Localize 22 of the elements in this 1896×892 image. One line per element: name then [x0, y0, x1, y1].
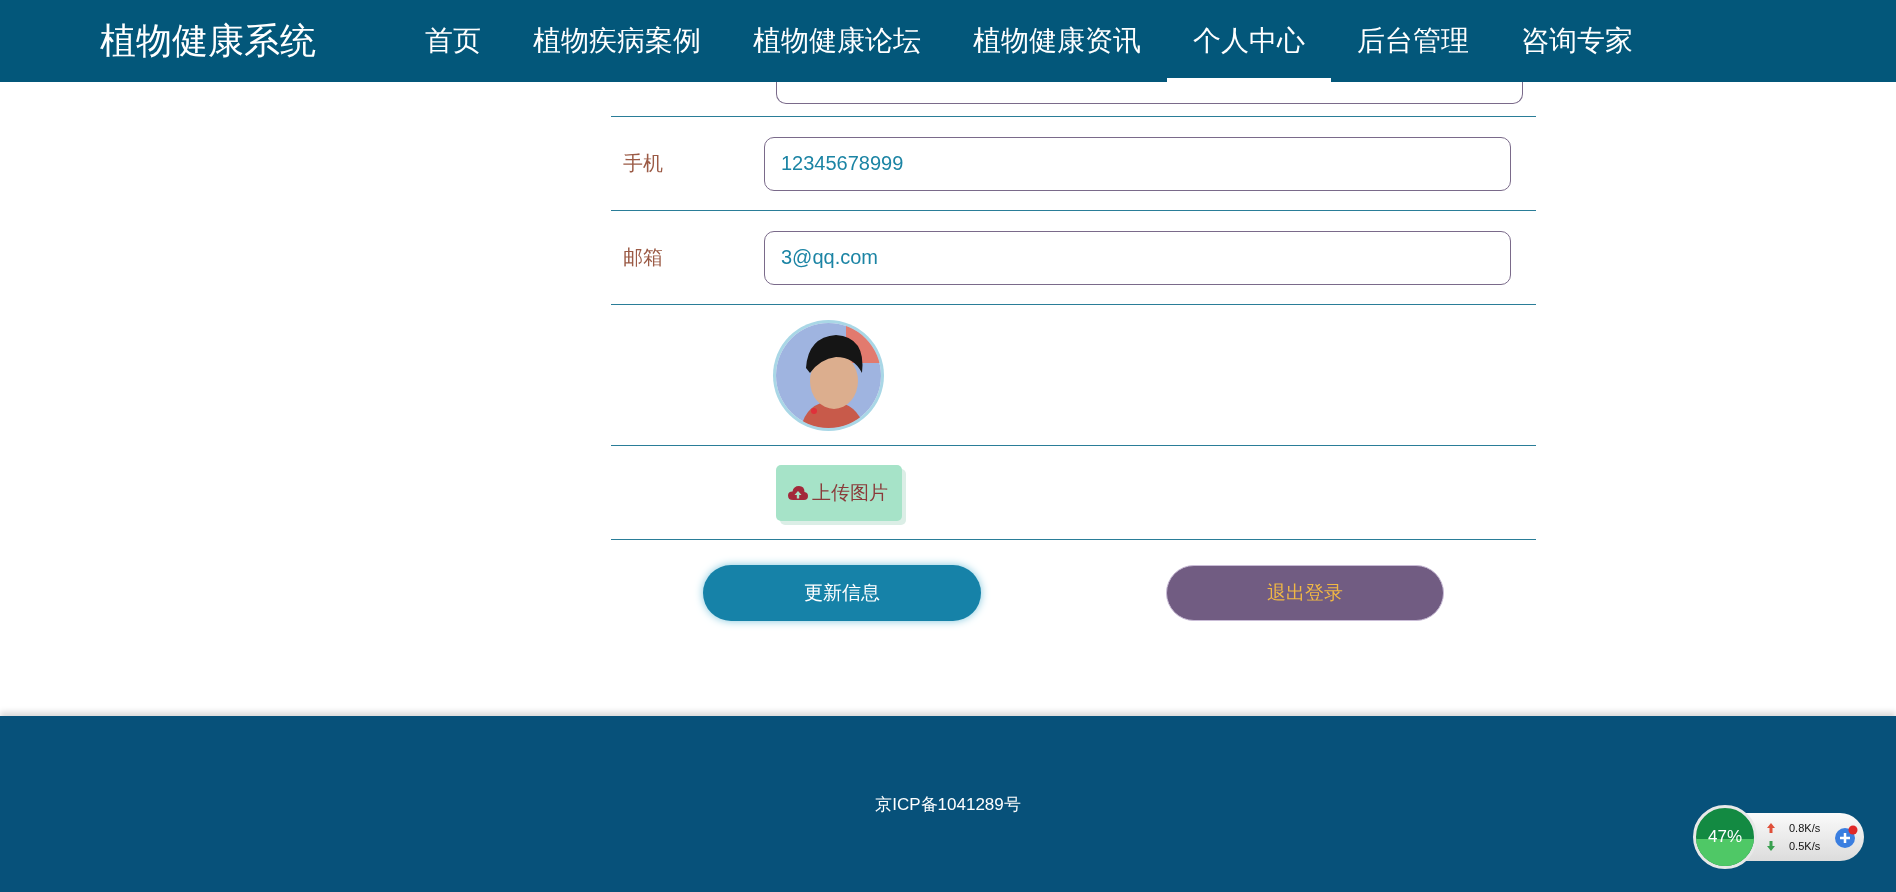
- input-field[interactable]: 12345678999: [764, 136, 1511, 191]
- input-field[interactable]: 3@qq.com: [764, 230, 1511, 285]
- input-field[interactable]: [776, 82, 1523, 104]
- update-button[interactable]: 更新信息: [703, 565, 982, 621]
- site-title: 植物健康系统: [100, 18, 317, 63]
- nav-link[interactable]: 植物健康论坛: [727, 0, 947, 82]
- nav-link[interactable]: 植物疾病案例: [507, 0, 727, 82]
- nav-link[interactable]: 首页: [399, 0, 507, 82]
- upload-speed: 0.8K/s: [1789, 822, 1821, 834]
- percent-text: 47%: [1708, 827, 1742, 847]
- plus-icon[interactable]: [1834, 825, 1859, 849]
- cloud-upload-icon: [788, 484, 808, 501]
- nav-link[interactable]: 个人中心: [1167, 0, 1331, 82]
- field-label: 手机: [622, 151, 664, 176]
- download-speed: 0.5K/s: [1789, 840, 1821, 852]
- up-arrow-icon: [1767, 823, 1775, 833]
- nav-link[interactable]: 咨询专家: [1495, 0, 1659, 82]
- nav-link[interactable]: 后台管理: [1331, 0, 1495, 82]
- down-arrow-icon: [1767, 841, 1775, 851]
- field-label: 邮箱: [622, 245, 664, 270]
- nav-link[interactable]: 植物健康资讯: [947, 0, 1167, 82]
- icp-text[interactable]: 京ICP备1041289号: [875, 792, 1021, 816]
